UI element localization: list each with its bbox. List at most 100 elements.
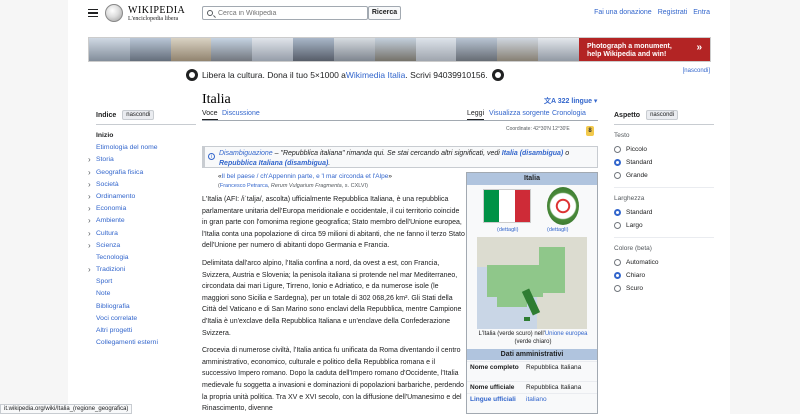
quote-text[interactable]: Il bel paese / ch'Appennin parte, e 'l m… — [222, 173, 389, 180]
donate-link[interactable]: Fai una donazione — [594, 9, 652, 16]
width-option[interactable]: Standard — [614, 206, 714, 219]
toc-heading: Indice — [96, 111, 117, 119]
donation-notice: Libera la cultura. Dona il tuo 5×1000 a … — [186, 69, 504, 81]
option-label: Standard — [626, 209, 653, 216]
toc-item[interactable]: Cultura — [88, 228, 196, 240]
header: WIKIPEDIA L'enciclopedia libera Ricerca … — [68, 0, 730, 30]
radio-icon[interactable] — [614, 172, 621, 179]
option-label: Chiaro — [626, 272, 646, 279]
radio-icon[interactable] — [614, 159, 621, 166]
divider — [614, 187, 714, 188]
toc-item[interactable]: Voci correlate — [96, 313, 196, 325]
color-label: Colore (beta) — [614, 245, 652, 252]
hatnote-mid: o — [563, 150, 570, 157]
disambiguation-hatnote: i Disambiguazione – "Repubblica italiana… — [202, 146, 598, 168]
radio-icon[interactable] — [614, 259, 621, 266]
text-size-option[interactable]: Standard — [614, 156, 714, 169]
radio-icon[interactable] — [614, 285, 621, 292]
eu-link[interactable]: Unione europea — [545, 331, 588, 337]
wikimedia-italia-link[interactable]: Wikimedia Italia — [346, 70, 406, 80]
logo-wordmark[interactable]: WIKIPEDIA — [128, 5, 185, 16]
color-option[interactable]: Automatico — [614, 256, 714, 269]
tab-visualizza-sorgente[interactable]: Visualizza sorgente — [489, 110, 550, 117]
map-caption: L'Italia (verde scuro) nell'Unione europ… — [473, 330, 593, 346]
repubblica-disambigua-link[interactable]: Repubblica Italiana (disambigua) — [219, 160, 328, 167]
toc-item[interactable]: Bibliografia — [96, 301, 196, 313]
banner-cta-text: Photograph a monument, help Wikipedia an… — [587, 43, 672, 58]
flag-details-link[interactable]: (dettagli) — [497, 227, 518, 233]
wiki-loves-monuments-banner[interactable]: Photograph a monument, help Wikipedia an… — [88, 37, 711, 62]
page: WIKIPEDIA L'enciclopedia libera Ricerca … — [68, 0, 730, 414]
toc-item[interactable]: Altri progetti — [96, 325, 196, 337]
emblem-details-link[interactable]: (dettagli) — [547, 227, 568, 233]
infobox-row: Nome ufficiale Repubblica Italiana — [467, 381, 597, 393]
appearance-hide-button[interactable]: nascondi — [646, 110, 679, 120]
color-option[interactable]: Chiaro — [614, 269, 714, 282]
wikipedia-globe-icon[interactable] — [105, 4, 123, 22]
option-label: Automatico — [626, 259, 659, 266]
menu-icon[interactable] — [88, 9, 98, 17]
tab-discussione[interactable]: Discussione — [222, 110, 260, 117]
infobox-key-link[interactable]: Lingue ufficiali — [467, 394, 523, 405]
toc-item[interactable]: Storia — [88, 154, 196, 166]
map-caption-suffix: (verde chiaro) — [514, 339, 552, 345]
location-map[interactable] — [477, 237, 587, 329]
wikimedia-logo-icon — [491, 69, 504, 81]
toc-item[interactable]: Note — [96, 288, 196, 300]
article-body: L'Italia (AFI: /iˈtalja/, ascolta) uffic… — [202, 194, 466, 414]
color-option[interactable]: Scuro — [614, 282, 714, 295]
banner-cta[interactable]: Photograph a monument, help Wikipedia an… — [579, 38, 710, 61]
text-size-option[interactable]: Piccolo — [614, 143, 714, 156]
italia-disambigua-link[interactable]: Italia (disambigua) — [502, 150, 563, 157]
donation-prefix: Libera la cultura. Dona il tuo 5×1000 a — [202, 70, 346, 80]
toc-item[interactable]: Etimologia del nome — [96, 142, 196, 154]
toc-item[interactable]: Scienza — [88, 240, 196, 252]
quote-work: Rerum Vulgarium Fragmenta — [270, 183, 342, 189]
hide-notice-link[interactable]: [nascondi] — [683, 68, 710, 74]
option-label: Grande — [626, 172, 648, 179]
coordinates[interactable]: Coordinate: 42°30′N 12°30′E — [506, 126, 570, 132]
quote-author-link[interactable]: Francesco Petrarca — [220, 183, 268, 189]
toc-item[interactable]: Tecnologia — [96, 252, 196, 264]
language-button[interactable]: 文A 322 lingue ▾ — [544, 96, 597, 106]
register-link[interactable]: Registrati — [658, 9, 688, 16]
emblem-image[interactable] — [547, 187, 579, 225]
toc-hide-button[interactable]: nascondi — [122, 110, 155, 120]
radio-icon[interactable] — [614, 146, 621, 153]
infobox-row: Lingue ufficiali italiano — [467, 393, 597, 405]
search-button[interactable]: Ricerca — [368, 6, 401, 20]
toc-item[interactable]: Ambiente — [88, 215, 196, 227]
infobox-value-link[interactable]: italiano — [523, 394, 597, 405]
option-label: Piccolo — [626, 146, 647, 153]
radio-icon[interactable] — [614, 222, 621, 229]
text-size-option[interactable]: Grande — [614, 169, 714, 182]
width-option[interactable]: Largo — [614, 219, 714, 232]
toc-item[interactable]: Economia — [88, 203, 196, 215]
toc-item-inizio[interactable]: Inizio — [96, 130, 196, 142]
info-icon: i — [208, 153, 215, 160]
search-icon — [207, 10, 213, 16]
donation-suffix: . Scrivi 94039910156. — [405, 70, 488, 80]
wikimedia-logo-icon — [186, 69, 198, 81]
login-link[interactable]: Entra — [693, 9, 710, 16]
banner-photo-strip — [89, 38, 579, 61]
flag-image[interactable] — [483, 189, 531, 223]
disambiguation-link[interactable]: Disambiguazione — [219, 150, 273, 157]
radio-icon[interactable] — [614, 209, 621, 216]
infobox-title: Italia — [467, 173, 597, 185]
toc-item[interactable]: Geografia fisica — [88, 167, 196, 179]
toc-item[interactable]: Collegamenti esterni — [96, 337, 196, 349]
toc-item[interactable]: Tradizioni — [88, 264, 196, 276]
infobox: Italia (dettagli) (dettagli) L'Italia (v… — [466, 172, 598, 414]
lock-icon[interactable]: 8 — [586, 126, 594, 136]
toc-item[interactable]: Sport — [96, 276, 196, 288]
search-input[interactable] — [218, 8, 366, 19]
tabs-divider — [202, 120, 598, 121]
quote-close: » — [388, 173, 392, 180]
radio-icon[interactable] — [614, 272, 621, 279]
toc-item[interactable]: Società — [88, 179, 196, 191]
tab-cronologia[interactable]: Cronologia — [552, 110, 586, 117]
infobox-row: Nome completo Repubblica Italiana — [467, 361, 597, 373]
infobox-key: Nome completo — [470, 364, 519, 371]
toc-item[interactable]: Ordinamento — [88, 191, 196, 203]
